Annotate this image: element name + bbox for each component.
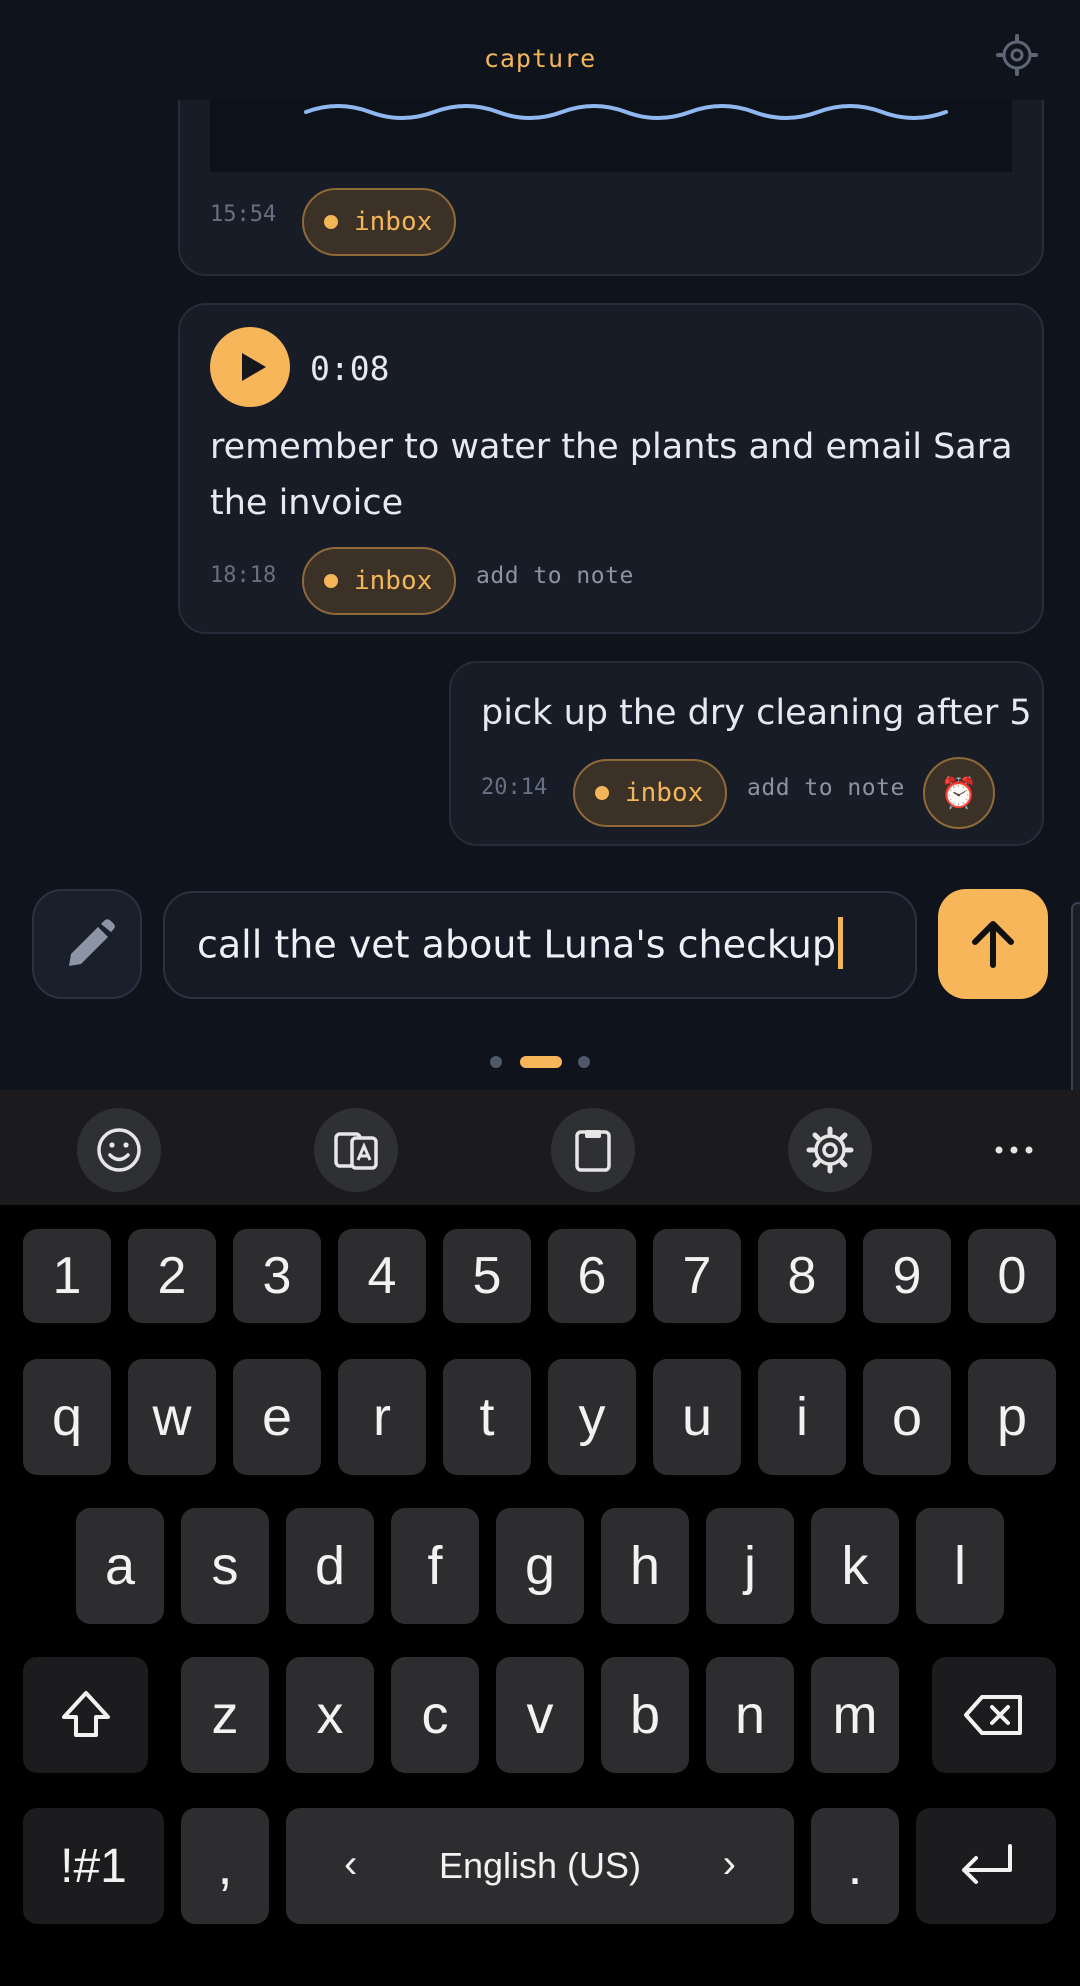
keyboard: 1 2 3 4 5 6 7 8 9 0 q w e r t y u i o p … [0, 1205, 1080, 1986]
page-dot[interactable] [490, 1056, 502, 1068]
note-input[interactable]: call the vet about Luna's checkup [163, 891, 917, 999]
page-dot-active[interactable] [520, 1056, 562, 1068]
enter-icon [962, 1844, 1012, 1884]
inbox-tag[interactable]: inbox [573, 759, 727, 827]
alarm-clock-icon[interactable]: ⏰ [923, 757, 995, 829]
key[interactable]: 5 [443, 1229, 531, 1323]
key[interactable]: 0 [968, 1229, 1056, 1323]
enter-key[interactable] [916, 1808, 1056, 1924]
add-to-note-link[interactable]: add to note [476, 563, 634, 589]
backspace-key[interactable] [932, 1657, 1056, 1773]
audio-duration: 0:08 [310, 349, 390, 388]
send-button[interactable] [938, 889, 1048, 999]
key[interactable]: f [391, 1508, 479, 1624]
key[interactable]: 2 [128, 1229, 216, 1323]
comma-key[interactable]: , [181, 1808, 269, 1924]
add-to-note-link[interactable]: add to note [747, 775, 905, 801]
inbox-tag[interactable]: inbox [302, 188, 456, 256]
key[interactable]: c [391, 1657, 479, 1773]
key[interactable]: o [863, 1359, 951, 1475]
language-label: English (US) [438, 1845, 642, 1886]
play-icon [242, 353, 266, 381]
chevron-left-icon: ‹ [344, 1842, 358, 1886]
key[interactable]: i [758, 1359, 846, 1475]
key[interactable]: g [496, 1508, 584, 1624]
key[interactable]: d [286, 1508, 374, 1624]
note-input-value[interactable]: call the vet about Luna's checkup [197, 917, 843, 973]
backspace-icon [964, 1695, 1022, 1735]
key[interactable]: x [286, 1657, 374, 1773]
key[interactable]: 1 [23, 1229, 111, 1323]
app-header: capture [0, 0, 1080, 100]
tag-label: inbox [354, 566, 433, 596]
key[interactable]: m [811, 1657, 899, 1773]
key[interactable]: 7 [653, 1229, 741, 1323]
play-button[interactable] [210, 327, 290, 407]
symbols-key[interactable]: !#1 [23, 1808, 164, 1924]
key[interactable]: s [181, 1508, 269, 1624]
key[interactable]: w [128, 1359, 216, 1475]
page-dot[interactable] [578, 1056, 590, 1068]
key[interactable]: l [916, 1508, 1004, 1624]
arrow-up-icon [972, 921, 1014, 968]
clipboard-icon[interactable] [551, 1108, 635, 1192]
key[interactable]: 8 [758, 1229, 846, 1323]
translate-icon[interactable] [314, 1108, 398, 1192]
key[interactable]: v [496, 1657, 584, 1773]
key[interactable]: 3 [233, 1229, 321, 1323]
key[interactable]: e [233, 1359, 321, 1475]
emoji-icon[interactable] [77, 1108, 161, 1192]
note-timestamp: 18:18 [210, 563, 277, 588]
shift-key[interactable] [23, 1657, 148, 1773]
key[interactable]: k [811, 1508, 899, 1624]
chevron-right-icon: › [722, 1842, 736, 1886]
input-text: call the vet about Luna's checkup [197, 922, 836, 967]
key[interactable]: a [76, 1508, 164, 1624]
key[interactable]: r [338, 1359, 426, 1475]
key[interactable]: h [601, 1508, 689, 1624]
note-text-line1: remember to water the plants and email S… [210, 427, 1013, 467]
settings-gear-icon[interactable] [996, 34, 1038, 76]
more-icon[interactable] [972, 1108, 1056, 1192]
tag-dot [324, 215, 338, 229]
space-key[interactable]: ‹ English (US) › [286, 1808, 794, 1924]
note-timestamp: 15:54 [210, 202, 277, 227]
tag-label: inbox [354, 207, 433, 237]
settings-icon[interactable] [788, 1108, 872, 1192]
pencil-icon [69, 919, 115, 966]
key[interactable]: z [181, 1657, 269, 1773]
text-caret [837, 917, 843, 969]
key[interactable]: y [548, 1359, 636, 1475]
keyboard-toolbar [0, 1090, 1080, 1205]
key[interactable]: 9 [863, 1229, 951, 1323]
note-card[interactable]: pick up the dry cleaning after 5 20:14 i… [449, 661, 1044, 846]
key[interactable]: 4 [338, 1229, 426, 1323]
note-text-line2: the invoice [210, 483, 404, 523]
note-timestamp: 20:14 [481, 775, 548, 800]
key[interactable]: 6 [548, 1229, 636, 1323]
note-card[interactable]: 0:08 remember to water the plants and em… [178, 303, 1044, 634]
tag-dot [324, 574, 338, 588]
key[interactable]: p [968, 1359, 1056, 1475]
key[interactable]: u [653, 1359, 741, 1475]
key[interactable]: q [23, 1359, 111, 1475]
period-key[interactable]: . [811, 1808, 899, 1924]
key[interactable]: j [706, 1508, 794, 1624]
key[interactable]: n [706, 1657, 794, 1773]
key[interactable]: t [443, 1359, 531, 1475]
page-title: capture [483, 44, 597, 73]
key[interactable]: b [601, 1657, 689, 1773]
tag-label: inbox [625, 778, 704, 808]
note-text: pick up the dry cleaning after 5 [481, 693, 1032, 733]
edit-button[interactable] [32, 889, 142, 999]
inbox-tag[interactable]: inbox [302, 547, 456, 615]
page-indicator [0, 1054, 1080, 1070]
shift-icon [61, 1691, 110, 1737]
tag-dot [595, 786, 609, 800]
